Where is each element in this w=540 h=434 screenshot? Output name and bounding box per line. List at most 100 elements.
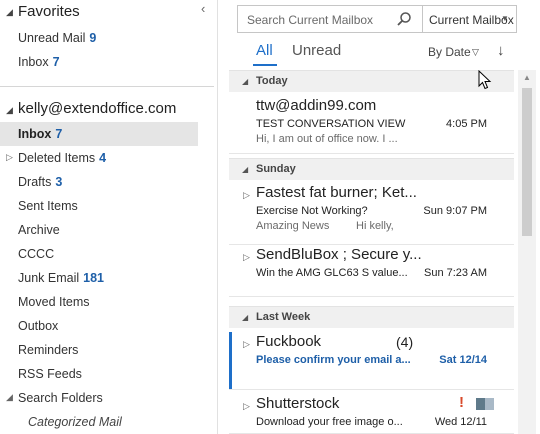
collapse-triangle-icon[interactable]: ◢ [242,77,248,86]
favorites-title: Favorites [18,3,80,20]
expand-conversation-icon[interactable]: ▷ [243,401,250,412]
active-tab-underline [253,64,277,66]
collapse-triangle-icon[interactable]: ◢ [242,313,248,322]
group-label: Sunday [256,163,296,175]
folder-deleted-items[interactable]: ▷ Deleted Items 4 [0,146,218,170]
message-subject: Download your free image o... [256,416,403,428]
message-subject: Exercise Not Working? [256,205,368,217]
message-sender: Fastest fat burner; Ket... [256,184,417,201]
collapse-triangle-icon[interactable]: ◢ [6,392,13,403]
message-preview: Hi, I am out of office now. I ... [256,133,398,145]
expand-conversation-icon[interactable]: ▷ [243,190,250,201]
message-subject: TEST CONVERSATION VIEW [256,118,406,130]
folder-label: RSS Feeds [18,367,82,381]
message-preview: Hi kelly, [356,220,394,232]
folder-label: Outbox [18,319,59,333]
unread-indicator [229,332,232,389]
message-time: Sun 7:23 AM [424,267,487,279]
folder-sent-items[interactable]: Sent Items [0,194,218,218]
unread-count: 4 [99,151,107,165]
unread-count: 181 [83,271,104,285]
folder-label: CCCC [18,247,55,261]
folder-label: Inbox 7 [18,55,60,69]
folder-label: Categorized Mail [28,415,122,429]
message-sender: Fuckbook [256,333,322,350]
folder-pane: ◢ Favorites ‹ Unread Mail 9 Inbox 7 ◢ kell… [0,0,218,434]
filter-all-tab[interactable]: All [256,42,273,59]
group-header-sunday[interactable]: ◢ Sunday [229,158,514,180]
folder-label: Inbox 7 [18,127,63,141]
folder-rss-feeds[interactable]: RSS Feeds [0,362,218,386]
chevron-down-icon[interactable]: ▽ [472,47,479,58]
message-subject: Please confirm your email a... [256,354,411,366]
message-item[interactable]: ttw@addin99.com TEST CONVERSATION VIEW 4… [229,96,514,154]
unread-count: 7 [55,127,63,141]
folder-reminders[interactable]: Reminders [0,338,218,362]
folder-label: Search Folders [18,391,103,405]
folder-search-folders[interactable]: ◢ Search Folders [0,386,218,410]
collapse-triangle-icon[interactable]: ◢ [6,105,13,116]
folder-archive[interactable]: Archive [0,218,218,242]
category-tag-icon[interactable] [476,398,494,410]
message-list: ◢ Today ttw@addin99.com TEST CONVERSATIO… [229,70,514,434]
favorites-header[interactable]: ◢ Favorites ‹ [0,0,218,24]
group-label: Today [256,75,288,87]
message-sender: Shutterstock [256,395,340,412]
folder-outbox[interactable]: Outbox [0,314,218,338]
folder-moved-items[interactable]: Moved Items [0,290,218,314]
favorites-item-inbox[interactable]: Inbox 7 [0,50,218,74]
group-header-last-week[interactable]: ◢ Last Week [229,306,514,328]
folder-label: Sent Items [18,199,78,213]
message-time: 4:05 PM [446,118,487,130]
folder-label: Moved Items [18,295,90,309]
folder-label: Unread Mail 9 [18,31,97,45]
message-item[interactable]: ▷ Fuckbook (4) Please confirm your email… [229,332,514,390]
minimize-pane-icon[interactable]: ‹ [201,1,205,16]
message-subject: Win the AMG GLC63 S value... [256,267,408,279]
collapse-triangle-icon[interactable]: ◢ [242,165,248,174]
account-header[interactable]: ◢ kelly@extendoffice.com [0,98,218,122]
scrollbar-thumb[interactable] [522,88,532,236]
message-item[interactable]: ▷ Fastest fat burner; Ket... Exercise No… [229,183,514,245]
message-preview: Amazing News [256,220,330,232]
folder-junk-email[interactable]: Junk Email 181 [0,266,218,290]
item-count: 3 [55,175,63,189]
message-sender: ttw@addin99.com [256,97,377,114]
high-importance-icon: ! [459,394,464,411]
expand-conversation-icon[interactable]: ▷ [243,252,250,263]
collapse-triangle-icon[interactable]: ◢ [6,7,13,18]
sort-direction-arrow-icon[interactable]: ↓ [497,42,505,59]
search-icon[interactable] [396,11,412,27]
message-time: Sun 9:07 PM [423,205,487,217]
group-label: Last Week [256,311,311,323]
account-email: kelly@extendoffice.com [18,100,177,117]
mouse-pointer-icon [478,70,492,90]
unread-count: 9 [89,31,97,45]
folder-label: Junk Email 181 [18,271,104,285]
sort-by-button[interactable]: By Date [428,45,471,59]
search-input[interactable]: Search Current Mailbox [247,13,373,27]
folder-label: Deleted Items 4 [18,151,107,165]
divider [0,86,214,87]
folder-label: Archive [18,223,60,237]
search-box[interactable]: Search Current Mailbox Current Mailbox ▼ [237,5,517,33]
favorites-item-unread-mail[interactable]: Unread Mail 9 [0,26,218,50]
chevron-down-icon[interactable]: ▼ [501,14,509,23]
folder-label: Drafts 3 [18,175,63,189]
message-time: Wed 12/11 [434,416,487,428]
divider [422,6,423,32]
folder-inbox[interactable]: Inbox 7 [0,122,198,146]
expand-icon[interactable]: ▷ [6,152,13,163]
message-item[interactable]: ▷ SendBluBox ; Secure y... Win the AMG G… [229,245,514,297]
expand-conversation-icon[interactable]: ▷ [243,339,250,350]
message-item[interactable]: ▷ Shutterstock ! Download your free imag… [229,394,514,434]
group-header-today[interactable]: ◢ Today [229,70,514,92]
folder-categorized-mail[interactable]: Categorized Mail [0,410,218,434]
message-list-scrollbar[interactable]: ▲ [518,70,536,434]
message-sender: SendBluBox ; Secure y... [256,246,422,263]
folder-cccc[interactable]: CCCC [0,242,218,266]
scroll-up-icon[interactable]: ▲ [523,73,531,82]
folder-drafts[interactable]: Drafts 3 [0,170,218,194]
message-time: Sat 12/14 [439,354,487,366]
filter-unread-tab[interactable]: Unread [292,42,341,59]
